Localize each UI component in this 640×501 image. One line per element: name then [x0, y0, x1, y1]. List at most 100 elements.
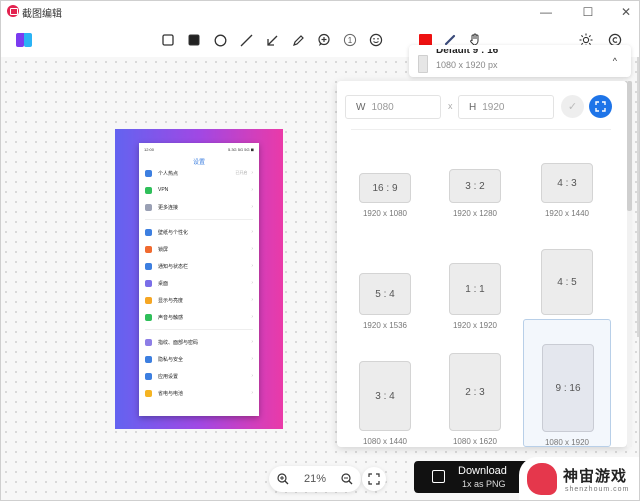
- preset-ratio-box: 16 : 9: [359, 173, 411, 203]
- minimize-button[interactable]: —: [531, 1, 561, 23]
- settings-row: VPN ›: [145, 184, 253, 196]
- chevron-right-icon: ›: [251, 170, 253, 176]
- rectangle-tool[interactable]: [159, 31, 177, 49]
- svg-text:1: 1: [348, 36, 353, 45]
- app-window: 截图编辑 — ☐ ✕ 1 12:00 5.3G 5G 5G ◼ 设置 个人热点 …: [0, 0, 640, 501]
- preset-ratio: 1 : 1: [465, 283, 485, 295]
- numbered-circle-icon: 1: [343, 33, 357, 47]
- fullscreen-button[interactable]: [589, 95, 612, 118]
- settings-row-icon: [145, 389, 152, 397]
- pencil-icon: [292, 34, 304, 46]
- preset-ratio: 16 : 9: [372, 182, 398, 194]
- preset-option[interactable]: 3 : 4 1080 x 1440: [341, 325, 429, 447]
- settings-row-icon: [145, 296, 152, 304]
- preset-ratio: 3 : 2: [465, 180, 485, 192]
- fullscreen-icon: [595, 101, 606, 112]
- settings-row-label: 壁纸与个性化: [158, 229, 189, 236]
- phone-time: 12:00: [144, 147, 155, 152]
- settings-row-label: 指纹、面部与密码: [158, 339, 199, 346]
- preset-option[interactable]: 4 : 51080 x 1350: [523, 233, 611, 331]
- confirm-size-button[interactable]: ✓: [561, 95, 584, 118]
- filled-rectangle-tool[interactable]: [185, 31, 203, 49]
- settings-row-label: 更多连接: [158, 204, 179, 211]
- square-filled-icon: [188, 34, 200, 46]
- width-input[interactable]: W 1080: [345, 95, 441, 119]
- title-bar: 截图编辑 — ☐ ✕: [1, 1, 639, 23]
- settings-row: 壁纸与个性化 ›: [145, 226, 253, 238]
- settings-row-icon: [145, 186, 152, 194]
- number-tool[interactable]: 1: [341, 31, 359, 49]
- watermark: 神宙游戏 shenzhoum.com: [519, 457, 639, 500]
- settings-row: 桌面 ›: [145, 277, 253, 289]
- panel-scrollbar[interactable]: [627, 81, 632, 447]
- preset-selector[interactable]: Default 9 : 16 1080 x 1920 px ^: [409, 45, 631, 77]
- preset-option[interactable]: 3 : 2 1920 x 1280: [431, 141, 519, 219]
- maximize-button[interactable]: ☐: [573, 1, 603, 23]
- settings-row-icon: [145, 169, 152, 177]
- settings-row-label: 通知与状态栏: [158, 263, 189, 270]
- callout-tool[interactable]: [315, 31, 333, 49]
- settings-row-icon: [145, 203, 152, 211]
- preset-option[interactable]: 1 : 1 1920 x 1920: [431, 233, 519, 331]
- preset-option[interactable]: 16 : 9 1920 x 1080: [341, 141, 429, 219]
- preset-name: Default 9 : 16: [436, 49, 499, 56]
- ellipse-tool[interactable]: [211, 31, 229, 49]
- speech-bubble-plus-icon: [318, 33, 330, 46]
- preset-option[interactable]: 4 : 3 1920 x 1440: [523, 141, 611, 219]
- preset-ratio-box: 4 : 5: [541, 249, 593, 315]
- preset-ratio: 4 : 3: [557, 177, 577, 189]
- preset-option[interactable]: 5 : 4 1920 x 1536: [341, 233, 429, 331]
- preset-size: 1920 x 1080: [362, 209, 408, 218]
- chevron-right-icon: ›: [251, 280, 253, 286]
- app-logo-icon: [16, 33, 32, 47]
- phone-header: 设置: [192, 160, 205, 166]
- preset-ratio-box: 1 : 1: [449, 263, 501, 315]
- preset-size: 1920 x 1280: [452, 209, 498, 218]
- chevron-right-icon: ›: [251, 229, 253, 235]
- emoji-tool[interactable]: [367, 31, 385, 49]
- settings-row-icon: [145, 245, 152, 253]
- settings-row-label: 桌面: [158, 280, 169, 287]
- arrow-icon: [266, 35, 277, 46]
- preset-size: 1080 x 1920: [544, 438, 590, 447]
- fit-screen-button[interactable]: [362, 467, 386, 491]
- settings-row-label: 锁屏: [158, 246, 169, 253]
- square-outline-icon: [162, 34, 174, 46]
- preset-ratio: 9 : 16: [555, 382, 581, 394]
- height-value: 1920: [482, 101, 505, 113]
- settings-row-label: 隐私与安全: [158, 356, 184, 363]
- watermark-text: 神宙游戏: [563, 468, 628, 485]
- settings-row: 声音与触感 ›: [145, 311, 253, 323]
- settings-row-label: 应用设置: [158, 373, 179, 380]
- preset-option[interactable]: 9 : 16 1080 x 1920: [523, 319, 611, 447]
- screenshot-image[interactable]: 12:00 5.3G 5G 5G ◼ 设置 个人热点 已开启 › VPN › 更多连接 › 壁…: [139, 143, 259, 416]
- panel-divider: [351, 129, 611, 130]
- settings-row-icon: [145, 338, 152, 346]
- chevron-right-icon: ›: [251, 187, 253, 193]
- panel-scrollbar-thumb[interactable]: [627, 81, 632, 211]
- preset-option[interactable]: 2 : 3 1080 x 1620: [431, 325, 519, 447]
- preset-ratio-box: 9 : 16: [542, 344, 594, 432]
- arrow-tool[interactable]: [263, 31, 281, 49]
- width-label: W: [356, 101, 366, 113]
- zoom-level: 21%: [303, 473, 326, 485]
- close-button[interactable]: ✕: [611, 1, 639, 23]
- preset-ratio: 2 : 3: [465, 386, 485, 398]
- line-icon: [240, 34, 252, 46]
- zoom-out-icon[interactable]: [341, 473, 353, 485]
- settings-row-value: 已开启: [235, 170, 248, 175]
- watermark-logo-icon: [527, 463, 557, 495]
- line-tool[interactable]: [237, 31, 255, 49]
- settings-row-label: VPN: [158, 187, 169, 193]
- pen-tool[interactable]: [289, 31, 307, 49]
- settings-row: 通知与状态栏 ›: [145, 260, 253, 272]
- preset-ratio: 3 : 4: [375, 390, 395, 402]
- height-input[interactable]: H 1920: [458, 95, 554, 119]
- zoom-in-icon[interactable]: [277, 473, 289, 485]
- settings-separator: [145, 329, 253, 330]
- chevron-right-icon: ›: [251, 263, 253, 269]
- preset-size: 1920 x 1440: [544, 209, 590, 218]
- settings-row: 锁屏 ›: [145, 243, 253, 255]
- preset-ratio: 4 : 5: [557, 276, 577, 288]
- settings-row: 显示与亮度 ›: [145, 294, 253, 306]
